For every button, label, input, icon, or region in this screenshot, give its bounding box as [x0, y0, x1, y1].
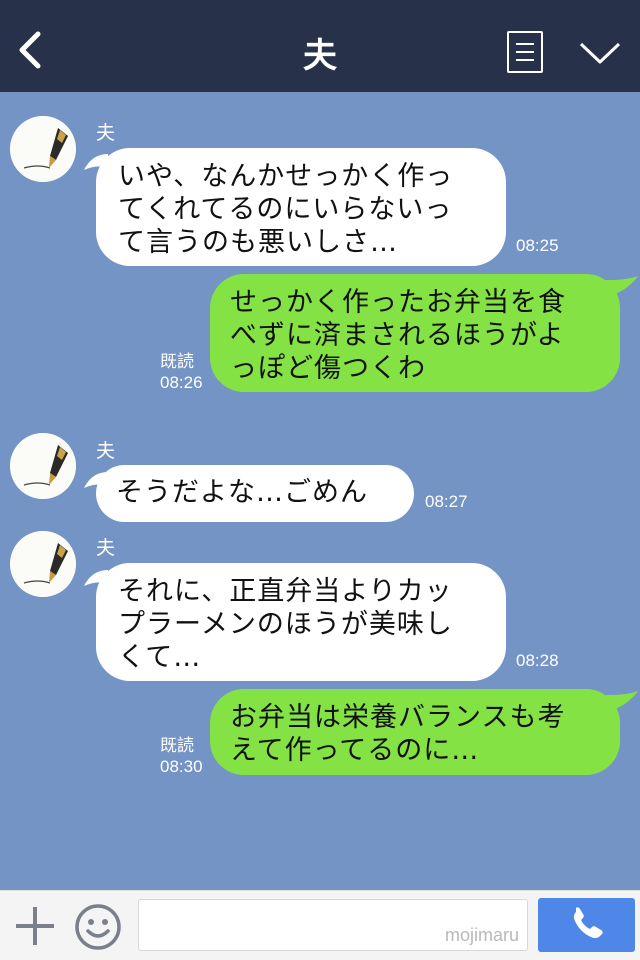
message-time: 08:27: [425, 492, 468, 511]
message-bubble[interactable]: お弁当は栄養バランスも考 えて作ってるのに…: [210, 689, 620, 775]
message-time: 08:28: [516, 651, 559, 670]
smiley-icon: [75, 904, 121, 950]
message-time: 08:25: [516, 236, 559, 255]
read-receipt: 既読: [160, 736, 194, 755]
chevron-down-icon: [579, 42, 621, 64]
message-bubble[interactable]: それに、正直弁当よりカッ プラーメンのほうが美味し くて…: [96, 563, 506, 681]
bubble-tail: [606, 691, 638, 711]
message-bubble[interactable]: せっかく作ったお弁当を食 べずに済まされるほうがよ っぽど傷つくわ: [210, 274, 620, 392]
add-button[interactable]: [14, 905, 56, 947]
plus-icon: [16, 907, 54, 945]
input-bar: mojimaru: [0, 890, 640, 960]
phone-icon: [573, 907, 603, 939]
bubble-tail: [606, 276, 638, 296]
avatar[interactable]: [10, 433, 76, 499]
fountain-pen-icon: [10, 433, 76, 499]
avatar[interactable]: [10, 531, 76, 597]
note-button[interactable]: [507, 31, 543, 73]
fountain-pen-icon: [10, 531, 76, 597]
message-bubble[interactable]: そうだよな…ごめん: [96, 465, 414, 522]
message-input-box[interactable]: mojimaru: [138, 899, 528, 951]
header-bar: 夫: [0, 0, 640, 92]
chat-title: 夫: [303, 36, 337, 76]
expand-menu-button[interactable]: [578, 38, 622, 68]
call-button[interactable]: [538, 898, 635, 952]
message-time: 08:30: [160, 757, 203, 776]
message-time: 08:26: [160, 373, 203, 392]
emoji-button[interactable]: [74, 903, 122, 951]
watermark: mojimaru: [444, 925, 519, 945]
sender-name: 夫: [96, 440, 116, 462]
avatar[interactable]: [10, 116, 76, 182]
chat-area[interactable]: 夫 いや、なんかせっかく作っ てくれてるのにいらないっ て言うのも悪いしさ… 0…: [0, 92, 640, 890]
read-receipt: 既読: [160, 352, 194, 371]
fountain-pen-icon: [10, 116, 76, 182]
sender-name: 夫: [96, 122, 116, 144]
sender-name: 夫: [96, 537, 116, 559]
message-bubble[interactable]: いや、なんかせっかく作っ てくれてるのにいらないっ て言うのも悪いしさ…: [96, 148, 506, 266]
note-list-icon: [516, 43, 534, 45]
